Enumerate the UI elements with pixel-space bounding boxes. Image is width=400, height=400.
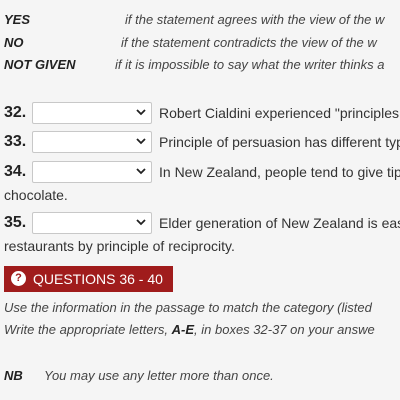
question-text-continuation: chocolate. — [4, 187, 68, 203]
instructions-line-1: Use the information in the passage to ma… — [4, 300, 372, 315]
legend-term: NOT GIVEN — [4, 57, 76, 72]
question-row-35: 35. Elder generation of New Zealand is e… — [4, 212, 400, 236]
question-circle-icon: ? — [11, 271, 26, 286]
answer-select-32[interactable] — [32, 102, 152, 124]
answer-select-34[interactable] — [32, 161, 152, 183]
question-text: Principle of persuasion has different ty… — [159, 134, 400, 150]
legend-desc: if the statement agrees with the view of… — [125, 12, 385, 27]
question-row-34: 34. In New Zealand, people tend to give … — [4, 161, 400, 185]
instructions-text: Write the appropriate letters, — [4, 322, 172, 337]
chevron-down-icon — [136, 168, 146, 175]
question-text-continuation: restaurants by principle of reciprocity. — [4, 238, 235, 254]
question-row-33: 33. Principle of persuasion has differen… — [4, 131, 400, 155]
legend-row-no: NO if the statement contradicts the view… — [4, 35, 400, 55]
letter-range: A-E — [171, 322, 195, 337]
question-page: YES if the statement agrees with the vie… — [0, 0, 400, 400]
question-text: Elder generation of New Zealand is eas — [159, 215, 400, 231]
chevron-down-icon — [136, 109, 146, 116]
chevron-down-icon — [136, 138, 146, 145]
instructions-line-2: Write the appropriate letters, A-E, in b… — [4, 322, 375, 337]
legend-row-yes: YES if the statement agrees with the vie… — [4, 12, 400, 32]
instructions-text: , in boxes 32-37 on your answe — [194, 322, 375, 337]
question-row-32: 32. Robert Cialdini experienced "princip… — [4, 102, 400, 126]
question-number: 35. — [4, 214, 27, 231]
legend-desc: if the statement contradicts the view of… — [121, 35, 377, 50]
nb-text: You may use any letter more than once. — [44, 368, 274, 383]
question-text: Robert Cialdini experienced "principles — [159, 105, 399, 121]
section-title: QUESTIONS 36 - 40 — [33, 271, 163, 287]
section-header-questions-36-40[interactable]: ? QUESTIONS 36 - 40 — [4, 266, 173, 292]
answer-select-35[interactable] — [32, 212, 152, 234]
nb-label: NB — [4, 368, 23, 383]
legend-term: YES — [4, 12, 31, 27]
legend-row-not-given: NOT GIVEN if it is impossible to say wha… — [4, 57, 400, 77]
question-text: In New Zealand, people tend to give tip — [159, 164, 400, 180]
chevron-down-icon — [136, 219, 146, 226]
answer-select-33[interactable] — [32, 131, 152, 153]
question-number: 32. — [4, 104, 27, 121]
question-number: 34. — [4, 163, 27, 180]
legend-desc: if it is impossible to say what the writ… — [115, 57, 385, 72]
legend-term: NO — [4, 35, 24, 50]
question-number: 33. — [4, 133, 27, 150]
